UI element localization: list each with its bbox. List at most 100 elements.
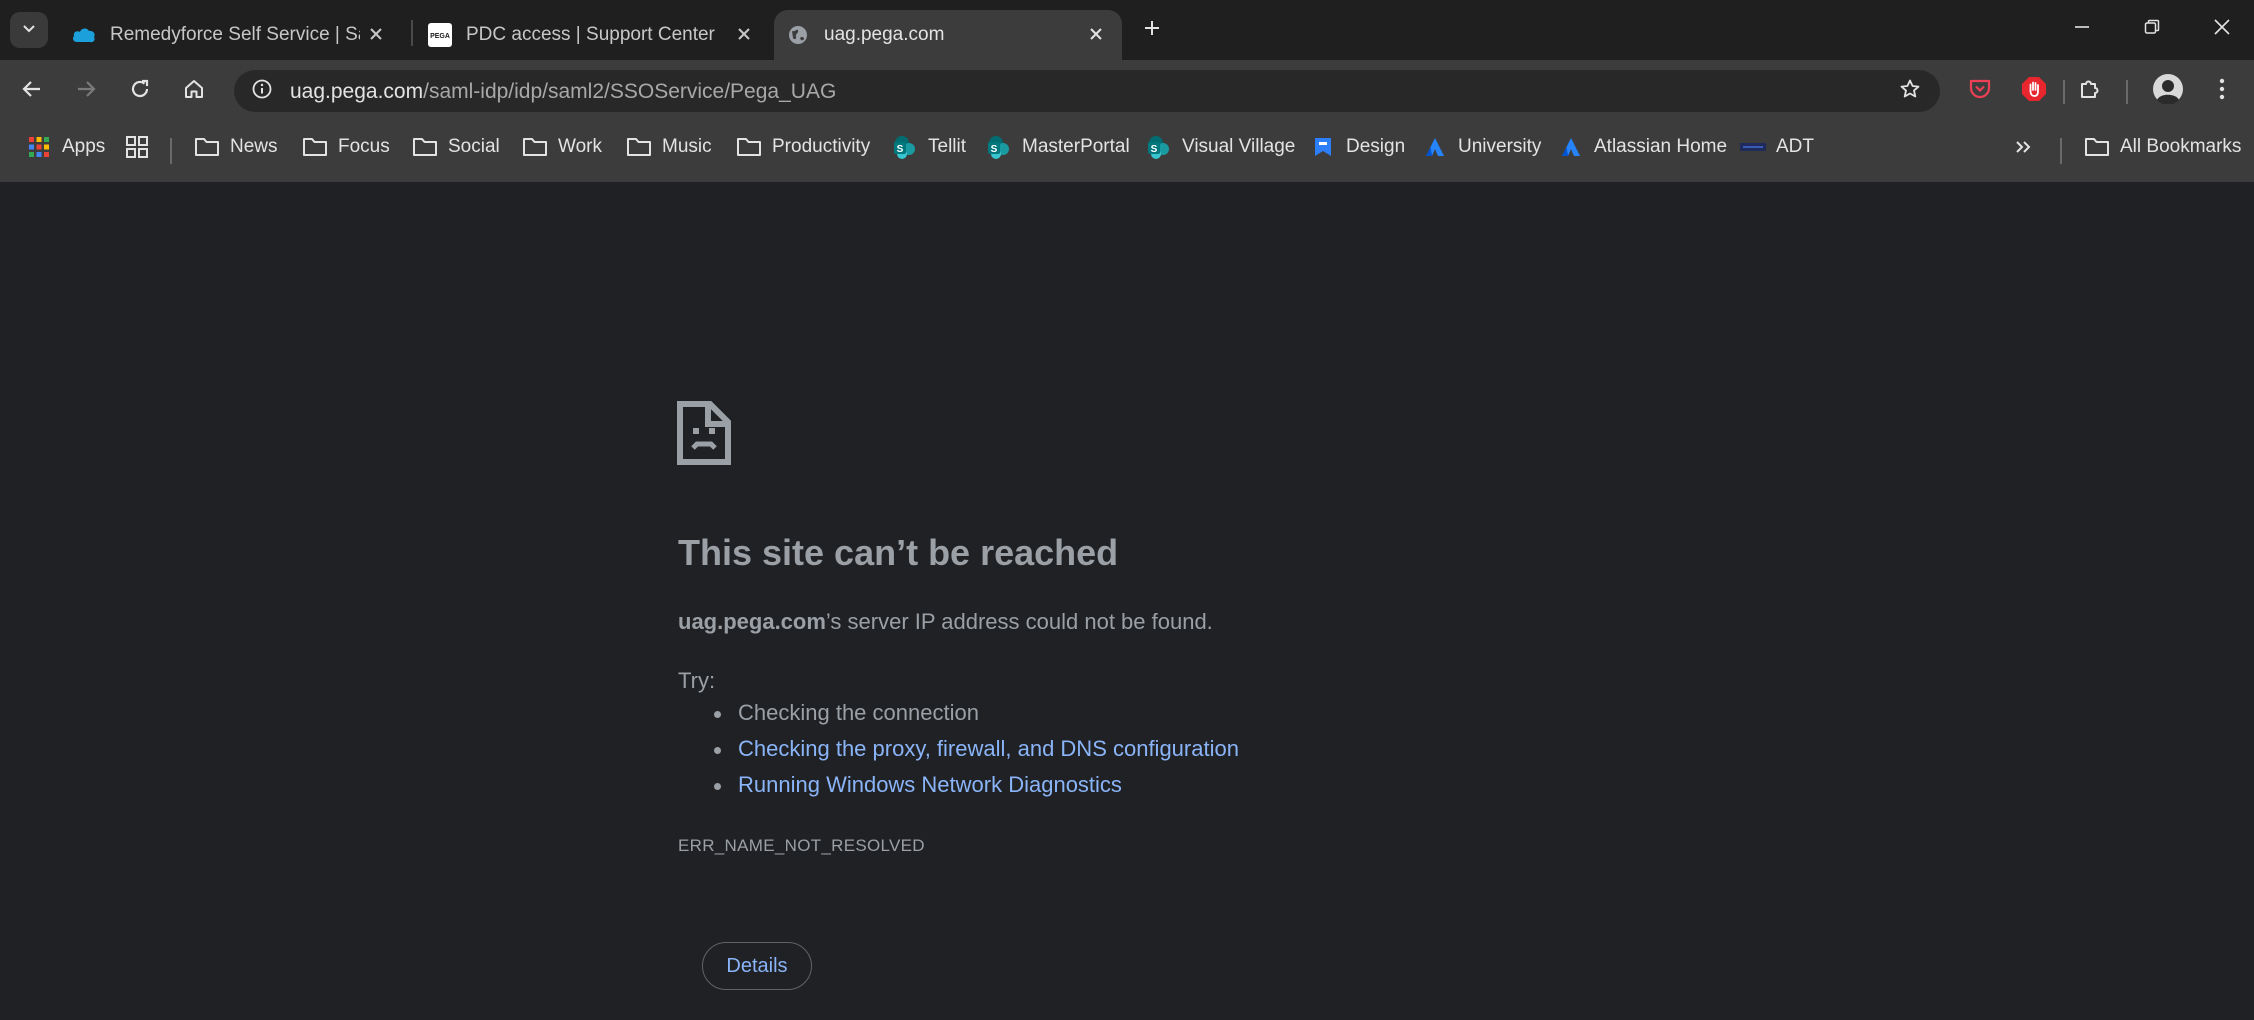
minimize-button[interactable]	[2062, 12, 2102, 46]
pega-logo-icon: PEGA	[428, 23, 452, 47]
bookmark-star-button[interactable]	[1894, 75, 1926, 107]
tab-separator	[411, 20, 413, 46]
bookmark-label: Atlassian Home	[1594, 136, 1728, 157]
salesforce-cloud-icon	[72, 23, 96, 47]
atlassian-icon	[1558, 134, 1584, 160]
restore-icon	[2144, 19, 2160, 40]
close-window-button[interactable]	[2202, 12, 2242, 46]
bookmark-tellit[interactable]: S Tellit	[892, 132, 966, 162]
svg-text:S: S	[1151, 144, 1158, 155]
bookmark-label: Visual Village	[1182, 136, 1296, 157]
folder-icon	[522, 134, 548, 160]
address-url[interactable]: uag.pega.com/saml-idp/idp/saml2/SSOServi…	[290, 80, 836, 104]
folder-icon	[626, 134, 652, 160]
bookmark-design[interactable]: Design	[1310, 132, 1405, 162]
pocket-extension-button[interactable]	[1962, 73, 1998, 109]
folder-icon	[2084, 134, 2110, 160]
star-icon	[1899, 78, 1921, 105]
tab-strip: Remedyforce Self Service | Sales PEGA PD…	[0, 0, 2254, 60]
folder-icon	[412, 134, 438, 160]
svg-text:PEGA: PEGA	[430, 33, 450, 40]
reload-button[interactable]	[122, 73, 158, 109]
bookmark-label: Music	[662, 136, 712, 157]
toolbar-separator	[2126, 80, 2128, 104]
bookmark-folder-news[interactable]: News	[194, 132, 278, 162]
stop-hand-icon	[2021, 76, 2047, 107]
puzzle-icon	[2078, 77, 2102, 106]
forward-button[interactable]	[68, 73, 104, 109]
close-tab-icon[interactable]	[1082, 20, 1110, 48]
arrow-left-icon	[21, 78, 43, 105]
close-tab-icon[interactable]	[730, 20, 758, 48]
extensions-button[interactable]	[2072, 73, 2108, 109]
bookmark-adt[interactable]: ADT	[1740, 132, 1814, 162]
reload-icon	[129, 78, 151, 105]
restore-button[interactable]	[2132, 12, 2172, 46]
tab-title: PDC access | Support Center	[466, 24, 715, 45]
bookmark-apps[interactable]: Apps	[26, 132, 105, 162]
folder-icon	[194, 134, 220, 160]
close-tab-icon[interactable]	[362, 20, 390, 48]
address-bar[interactable]: uag.pega.com/saml-idp/idp/saml2/SSOServi…	[234, 70, 1940, 112]
bookmark-label: Tellit	[928, 136, 967, 157]
adblock-extension-button[interactable]	[2016, 73, 2052, 109]
bookmark-university[interactable]: University	[1422, 132, 1541, 162]
suggestion-check-connection: Checking the connection	[678, 700, 1239, 736]
bookmark-label: Productivity	[772, 136, 871, 157]
suggestions-list: Checking the connection Checking the pro…	[678, 700, 1239, 808]
bookmark-folder-music[interactable]: Music	[626, 132, 712, 162]
tab-uag-pega[interactable]: uag.pega.com	[774, 10, 1122, 60]
more-bookmarks-button[interactable]	[2010, 132, 2046, 162]
bookmark-label: Work	[558, 136, 602, 157]
site-info-button[interactable]	[246, 75, 278, 107]
bookmark-atlassian-home[interactable]: Atlassian Home	[1558, 132, 1727, 162]
new-tab-button[interactable]	[1136, 14, 1168, 46]
sharepoint-icon: S	[892, 134, 918, 160]
globe-icon	[786, 23, 810, 47]
bookmarks-separator	[170, 138, 172, 164]
bookmark-label: Apps	[62, 136, 106, 157]
tab-remedyforce[interactable]: Remedyforce Self Service | Sales	[60, 10, 400, 60]
url-host: uag.pega.com	[290, 80, 424, 103]
sad-document-icon	[676, 400, 732, 471]
svg-text:S: S	[991, 144, 998, 155]
navigation-toolbar: uag.pega.com/saml-idp/idp/saml2/SSOServi…	[0, 60, 2254, 122]
error-description-text: ’s server IP address could not be found.	[825, 609, 1213, 634]
bookmark-site-icon	[1310, 134, 1336, 160]
bookmark-label: News	[230, 136, 278, 157]
menu-button[interactable]	[2204, 73, 2240, 109]
bookmark-folder-work[interactable]: Work	[522, 132, 602, 162]
bookmark-folder-productivity[interactable]: Productivity	[736, 132, 870, 162]
try-label: Try:	[678, 668, 716, 693]
bookmark-label: Social	[448, 136, 500, 157]
bookmark-label: MasterPortal	[1022, 136, 1130, 157]
bookmark-label: ADT	[1776, 136, 1814, 157]
tab-title: uag.pega.com	[824, 24, 945, 45]
tab-search-button[interactable]	[10, 12, 48, 48]
home-button[interactable]	[176, 73, 212, 109]
tab-pdc-access[interactable]: PEGA PDC access | Support Center	[418, 10, 768, 60]
all-bookmarks-button[interactable]: All Bookmarks	[2084, 132, 2241, 162]
tab-groups-icon	[124, 134, 150, 160]
bookmark-visual-village[interactable]: S Visual Village	[1146, 132, 1295, 162]
bookmark-tab-groups[interactable]	[124, 132, 160, 162]
suggestion-network-diagnostics-link[interactable]: Running Windows Network Diagnostics	[678, 772, 1239, 808]
bookmark-label: Focus	[338, 136, 390, 157]
details-button[interactable]: Details	[702, 942, 812, 990]
bookmark-label: University	[1458, 136, 1542, 157]
sharepoint-icon: S	[986, 134, 1012, 160]
pocket-icon	[1968, 78, 1992, 105]
profile-button[interactable]	[2150, 73, 2186, 109]
svg-text:S: S	[897, 144, 904, 155]
bookmark-masterportal[interactable]: S MasterPortal	[986, 132, 1130, 162]
folder-icon	[302, 134, 328, 160]
back-button[interactable]	[14, 73, 50, 109]
suggestion-check-proxy-link[interactable]: Checking the proxy, firewall, and DNS co…	[678, 736, 1239, 772]
bookmark-folder-focus[interactable]: Focus	[302, 132, 390, 162]
bookmarks-bar: Apps News Focus Social Work Music Produc…	[0, 122, 2254, 182]
chevron-down-icon	[21, 20, 37, 41]
bookmark-folder-social[interactable]: Social	[412, 132, 500, 162]
avatar	[2153, 73, 2183, 109]
close-icon	[2213, 18, 2231, 41]
info-icon	[251, 78, 273, 105]
